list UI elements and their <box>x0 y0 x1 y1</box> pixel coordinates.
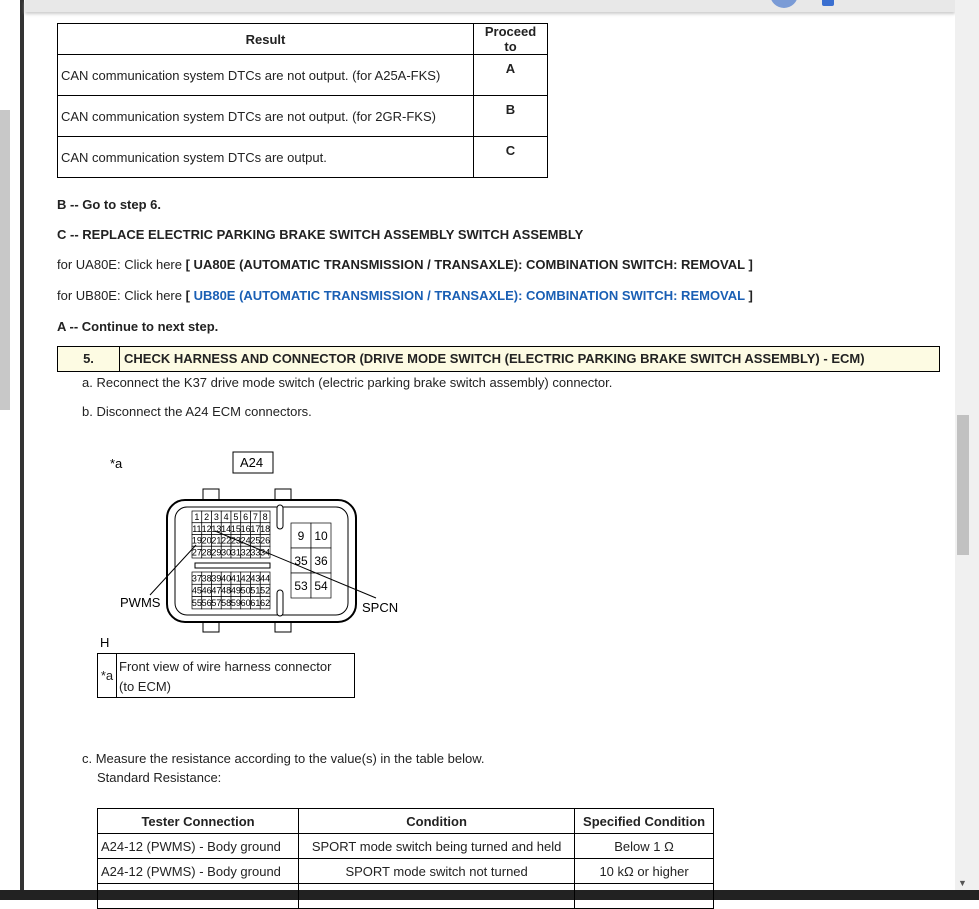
header-tester: Tester Connection <box>96 808 300 834</box>
legend-line1: Front view of wire harness connector <box>119 659 332 674</box>
pin-number: 30 <box>221 547 231 557</box>
legend-text: Front view of wire harness connector (to … <box>119 657 331 697</box>
pin-number: 1 <box>194 512 199 522</box>
pin-number: 15 <box>231 524 241 534</box>
pin-number: 2 <box>204 512 209 522</box>
tester-cell: A24-12 (PWMS) - Body ground <box>96 833 300 859</box>
diagram-mark: *a <box>110 456 123 471</box>
pin-number: 53 <box>294 579 308 593</box>
connector-diagram: *a A24 1 2 3 4 5 6 7 811 12 13 14 15 16 17 1819 20 21 22 2… <box>100 451 398 650</box>
tester-cell: A24-12 (PWMS) - Body ground <box>96 858 300 884</box>
document-content: Result Proceed to CAN communication syste… <box>25 12 955 909</box>
pin-number: 38 <box>202 573 212 583</box>
pin-number: 57 <box>211 598 221 608</box>
pin-number: 58 <box>221 598 231 608</box>
pin-number: 8 <box>263 512 268 522</box>
pin-number: 9 <box>298 529 305 543</box>
toolbar <box>25 0 955 12</box>
h-label: H <box>100 635 109 650</box>
pin-number: 60 <box>241 598 251 608</box>
pin-number: 13 <box>211 524 221 534</box>
left-scroll-area <box>0 110 10 410</box>
pin-number: 28 <box>202 547 212 557</box>
pin-number: 41 <box>231 573 241 583</box>
pwms-label: PWMS <box>120 595 161 610</box>
pin-number: 47 <box>211 586 221 596</box>
table-row: A24-12 (PWMS) - Body ground SPORT mode sw… <box>96 833 714 859</box>
vertical-scrollbar[interactable]: ▼ <box>955 0 979 890</box>
pin-number: 37 <box>192 573 202 583</box>
pin-number: 4 <box>224 512 229 522</box>
pin-number: 12 <box>202 524 212 534</box>
legend-key: *a <box>98 654 117 697</box>
condition-cell: SPORT mode switch not turned <box>298 858 576 884</box>
pin-number: 16 <box>241 524 251 534</box>
spcn-label: SPCN <box>362 600 398 615</box>
pin-number: 18 <box>260 524 270 534</box>
specified-cell: 10 kΩ or higher <box>574 858 714 884</box>
header-condition: Condition <box>298 808 576 834</box>
pin-number: 45 <box>192 586 202 596</box>
pin-number: 35 <box>294 554 308 568</box>
table-row: A24-12 (PWMS) - Body ground SPORT mode sw… <box>96 858 714 884</box>
legend-line2: (to ECM) <box>119 679 171 694</box>
pin-number: 54 <box>314 579 328 593</box>
pin-number: 11 <box>192 524 201 534</box>
connector-label: A24 <box>240 455 263 470</box>
pin-number: 51 <box>250 586 260 596</box>
empty-cell <box>96 883 300 909</box>
pin-number: 50 <box>241 586 251 596</box>
pin-number: 26 <box>260 536 270 546</box>
header-specified: Specified Condition <box>574 808 714 834</box>
pin-number: 29 <box>211 547 221 557</box>
scroll-down-arrow-icon[interactable]: ▼ <box>958 878 967 888</box>
pin-number: 43 <box>250 573 260 583</box>
empty-cell <box>574 883 714 909</box>
pin-number: 42 <box>241 573 251 583</box>
pin-number: 49 <box>231 586 241 596</box>
pin-number: 27 <box>192 547 202 557</box>
pin-number: 3 <box>214 512 219 522</box>
pin-number: 62 <box>260 598 270 608</box>
profile-avatar[interactable] <box>770 0 798 8</box>
pin-number: 21 <box>211 536 221 546</box>
pin-number: 31 <box>231 547 241 557</box>
pin-number: 19 <box>192 536 202 546</box>
table-row <box>96 883 714 909</box>
pin-number: 25 <box>250 536 260 546</box>
resistance-table: Tester Connection Condition Specified Cond… <box>96 808 714 909</box>
extension-icon[interactable] <box>822 0 834 6</box>
pin-number: 17 <box>250 524 260 534</box>
pin-number: 61 <box>250 598 260 608</box>
pin-number: 56 <box>202 598 212 608</box>
substep-c: c. Measure the resistance according to t… <box>82 751 485 766</box>
pin-number: 48 <box>221 586 231 596</box>
pin-number: 36 <box>314 554 328 568</box>
pin-number: 10 <box>314 529 328 543</box>
scrollbar-thumb[interactable] <box>957 415 969 555</box>
pin-number: 44 <box>260 573 270 583</box>
pin-number: 55 <box>192 598 202 608</box>
standard-resistance-label: Standard Resistance: <box>97 770 222 785</box>
empty-cell <box>298 883 576 909</box>
pin-number: 52 <box>260 586 270 596</box>
window-border <box>20 0 24 900</box>
condition-cell: SPORT mode switch being turned and held <box>298 833 576 859</box>
pin-number: 14 <box>221 524 231 534</box>
pin-number: 46 <box>202 586 212 596</box>
pin-number: 59 <box>231 598 241 608</box>
pin-number: 6 <box>243 512 248 522</box>
pin-number: 5 <box>233 512 238 522</box>
pin-number: 7 <box>253 512 258 522</box>
specified-cell: Below 1 Ω <box>574 833 714 859</box>
diagram-legend: *a Front view of wire harness connector (… <box>97 653 355 698</box>
pin-number: 20 <box>202 536 212 546</box>
pin-number: 39 <box>211 573 221 583</box>
pin-number: 32 <box>241 547 251 557</box>
pin-number: 40 <box>221 573 231 583</box>
